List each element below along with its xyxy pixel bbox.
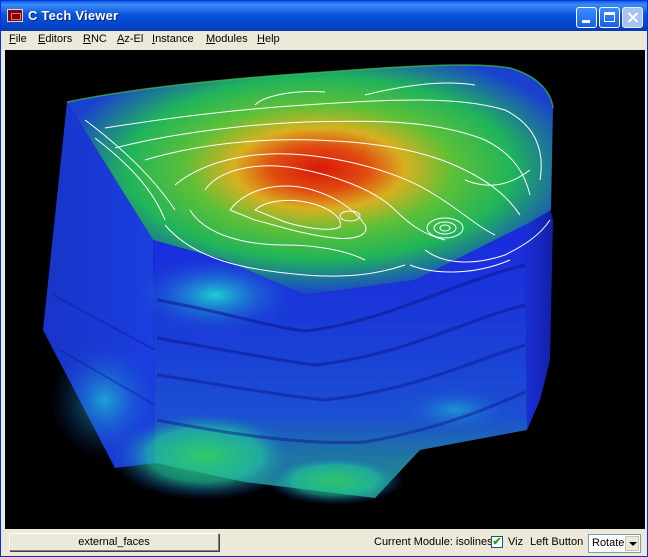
cyan-region-right (395, 385, 515, 435)
title-bar[interactable]: C Tech Viewer (1, 1, 647, 31)
green-region-bottom-right (265, 455, 405, 505)
left-button-mode-select[interactable]: Rotate (588, 534, 641, 553)
active-object-button[interactable]: external_faces (9, 533, 219, 551)
menu-help[interactable]: Help (257, 33, 280, 45)
menu-bar: File Editors RNC Az-El Instance Modules … (1, 31, 647, 50)
app-window: C Tech Viewer File Editors RNC Az-El Ins… (0, 0, 648, 557)
viz-label: Viz (508, 536, 524, 548)
3d-viewport[interactable] (5, 50, 645, 529)
menu-rnc[interactable]: RNC (83, 33, 107, 45)
left-button-label: Left Button (530, 536, 584, 548)
status-bar: external_faces Current Module: isolines … (1, 529, 647, 556)
app-icon[interactable] (7, 9, 23, 22)
left-button-mode-value: Rotate (592, 537, 625, 549)
window-title: C Tech Viewer (28, 8, 119, 23)
menu-az-el[interactable]: Az-El (117, 33, 143, 45)
menu-instance[interactable]: Instance (152, 33, 194, 45)
close-button[interactable] (622, 7, 643, 28)
chevron-down-icon[interactable] (625, 536, 639, 551)
menu-editors[interactable]: Editors (38, 33, 72, 45)
3d-model-render[interactable] (5, 50, 645, 529)
menu-modules[interactable]: Modules (206, 33, 248, 45)
minimize-button[interactable] (576, 7, 597, 28)
checkmark-icon: ✔ (492, 536, 502, 548)
current-module-label: Current Module: isolines (374, 536, 493, 548)
viz-checkbox[interactable]: ✔ (491, 536, 503, 548)
right-face (525, 210, 553, 430)
maximize-button[interactable] (599, 7, 620, 28)
menu-file[interactable]: File (9, 33, 27, 45)
